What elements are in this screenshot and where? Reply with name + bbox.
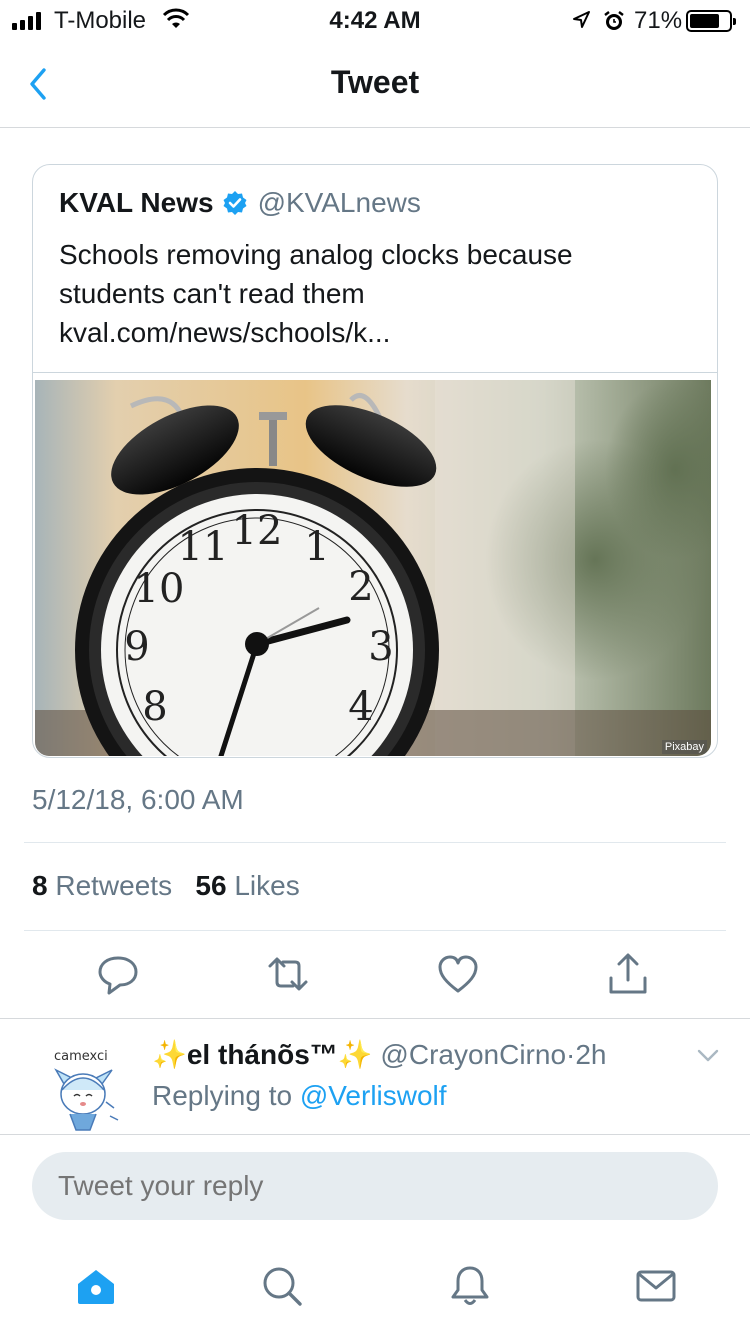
image-credit: Pixabay: [661, 740, 707, 754]
replying-prefix: Replying to: [152, 1080, 293, 1111]
navigation-bar: Tweet: [0, 40, 750, 128]
tweet-photo[interactable]: 12 1 2 3 4 11 10 9 8 Pixabay: [35, 380, 711, 756]
svg-text:2: 2: [348, 564, 373, 610]
reply-author-name[interactable]: ✨el thánõs™✨: [152, 1039, 373, 1070]
quoted-author-handle: @KVALnews: [257, 187, 421, 218]
reply-age: 2h: [575, 1039, 607, 1070]
divider: [24, 842, 726, 843]
battery-percentage: 71%: [634, 7, 683, 34]
svg-text:4: 4: [348, 684, 373, 730]
share-icon[interactable]: [606, 952, 650, 996]
retweet-icon[interactable]: [266, 952, 310, 996]
page-title: Tweet: [330, 64, 420, 100]
retweet-count: 8: [32, 870, 48, 901]
svg-text:3: 3: [368, 624, 393, 670]
svg-text:1: 1: [304, 524, 329, 570]
divider: [24, 930, 726, 931]
svg-text:9: 9: [124, 624, 149, 670]
search-icon[interactable]: [260, 1264, 304, 1308]
alarm-icon: [604, 11, 624, 30]
quoted-tweet-card[interactable]: KVAL News @KVALnews Schools removing ana…: [32, 164, 718, 758]
battery-icon: [686, 10, 736, 32]
svg-text:8: 8: [142, 684, 167, 730]
reply-header: ✨el thánõs™✨ @CrayonCirno·2h: [152, 1038, 607, 1071]
location-icon: [573, 11, 590, 28]
card-divider: [33, 372, 717, 373]
alarm-clock-image: 12 1 2 3 4 11 10 9 8: [35, 380, 711, 756]
reply-input[interactable]: [32, 1152, 718, 1220]
svg-text:11: 11: [178, 524, 229, 570]
divider: [0, 1018, 750, 1019]
like-count: 56: [195, 870, 227, 901]
replying-to-link[interactable]: @Verliswolf: [300, 1080, 447, 1111]
retweets-label: Retweets: [55, 870, 173, 901]
chevron-down-icon[interactable]: [696, 1046, 720, 1064]
replying-to: Replying to @Verliswolf: [152, 1080, 447, 1112]
quoted-author-name: KVAL News: [59, 187, 214, 218]
reply-author-handle: @CrayonCirno: [380, 1039, 567, 1070]
svg-text:10: 10: [134, 566, 185, 612]
quoted-tweet-header: KVAL News @KVALnews: [59, 187, 421, 219]
avatar-caption: camexci: [54, 1049, 108, 1064]
divider: [0, 1134, 750, 1135]
verified-badge-icon: [223, 191, 247, 215]
like-icon[interactable]: [436, 952, 480, 996]
home-icon[interactable]: [74, 1264, 118, 1308]
avatar[interactable]: camexci: [36, 1038, 128, 1134]
quoted-tweet-text: Schools removing analog clocks because s…: [59, 239, 573, 348]
messages-icon[interactable]: [634, 1264, 678, 1308]
engagement-counts: 8 Retweets 56 Likes: [32, 870, 300, 902]
retweets-link[interactable]: 8 Retweets: [32, 870, 172, 901]
reply-icon[interactable]: [96, 952, 140, 996]
svg-text:12: 12: [232, 508, 283, 554]
meta-separator: ·: [566, 1039, 576, 1070]
notifications-icon[interactable]: [448, 1264, 492, 1308]
likes-label: Likes: [234, 870, 300, 901]
likes-link[interactable]: 56 Likes: [195, 870, 299, 901]
status-bar: T-Mobile 4:42 AM 71%: [0, 0, 750, 40]
tweet-timestamp: 5/12/18, 6:00 AM: [32, 784, 244, 815]
